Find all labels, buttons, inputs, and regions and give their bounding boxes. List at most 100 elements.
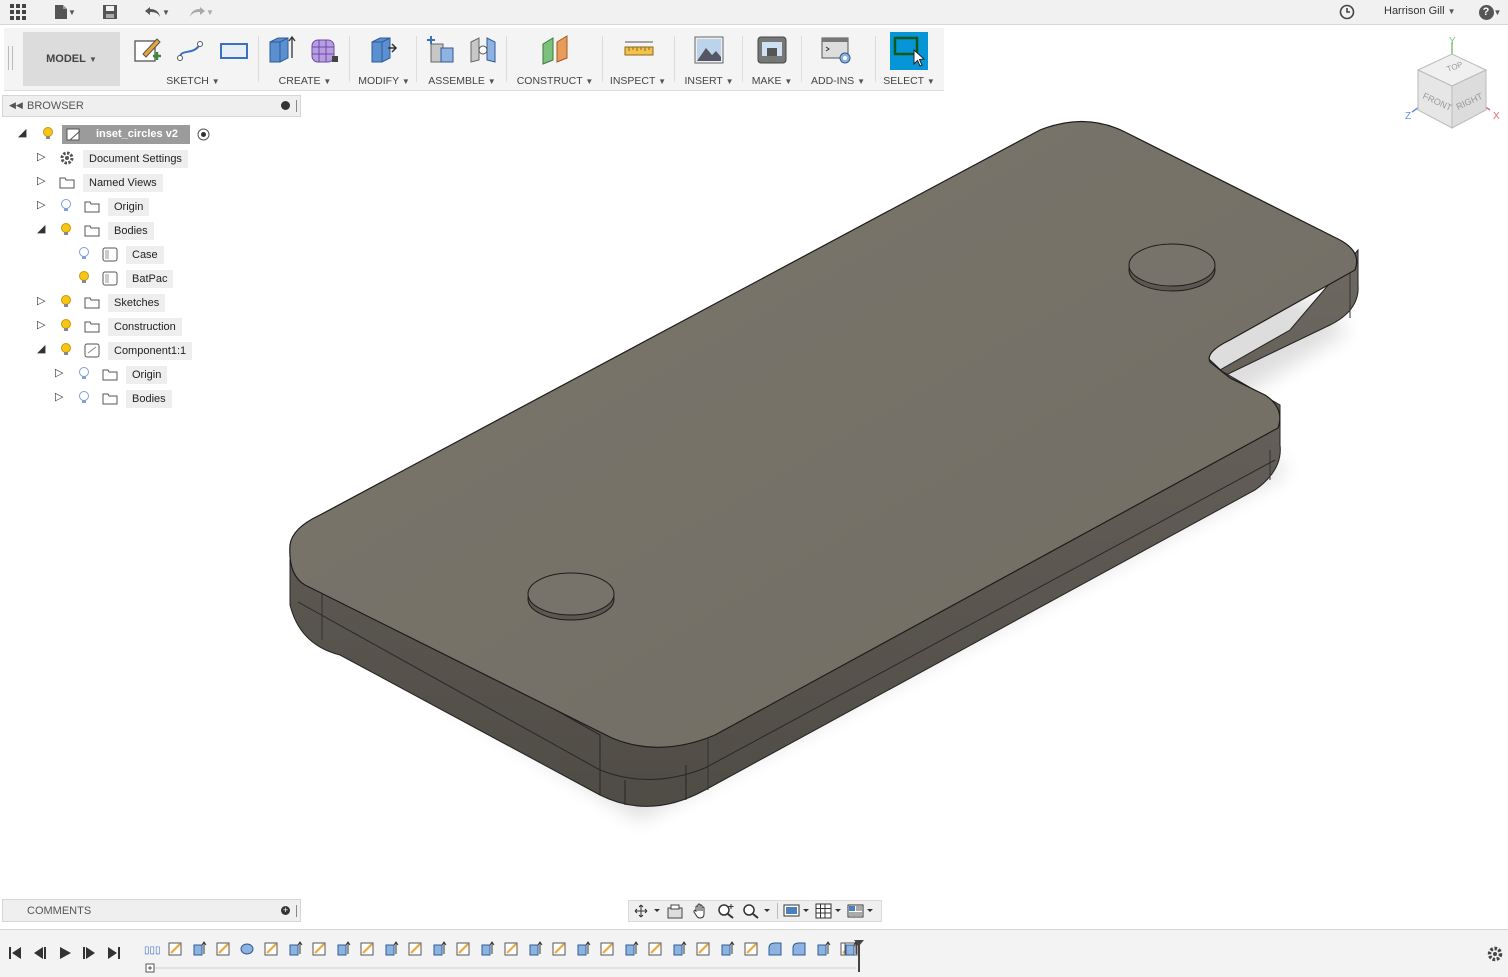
timeline-feature-sketch[interactable] bbox=[264, 942, 278, 956]
insert-image-icon[interactable] bbox=[693, 34, 725, 66]
visibility-bulb-icon[interactable] bbox=[42, 127, 54, 141]
new-component-icon[interactable] bbox=[425, 34, 457, 66]
activate-radio-icon[interactable] bbox=[197, 128, 210, 141]
zoom-icon[interactable] bbox=[717, 903, 735, 919]
timeline-feature-extrude[interactable] bbox=[721, 941, 735, 956]
timeline-feature-extrude[interactable] bbox=[337, 941, 351, 956]
grid-settings-icon[interactable] bbox=[815, 903, 843, 919]
construct-group-label[interactable]: CONSTRUCT ▼ bbox=[509, 75, 601, 87]
panel-resize-handle[interactable] bbox=[296, 905, 297, 917]
timeline-feature-sketch[interactable] bbox=[360, 942, 374, 956]
timeline-feature-sketch[interactable] bbox=[648, 942, 662, 956]
tree-item-component-origin[interactable]: ▷ Origin bbox=[0, 364, 300, 384]
browser-pin-icon[interactable] bbox=[281, 101, 290, 110]
timeline-feature-sweep[interactable] bbox=[240, 943, 254, 955]
tree-item-origin[interactable]: ▷ Origin bbox=[0, 196, 300, 216]
timeline-feature-sketch[interactable] bbox=[408, 942, 422, 956]
tree-item-component-bodies[interactable]: ▷ Bodies bbox=[0, 388, 300, 408]
timeline-marker[interactable] bbox=[858, 944, 860, 972]
toolbar-grip[interactable] bbox=[8, 46, 13, 70]
undo-icon[interactable]: ▼ bbox=[140, 2, 174, 22]
line-icon[interactable] bbox=[174, 34, 206, 66]
timeline-feature-sketch[interactable] bbox=[696, 942, 710, 956]
panel-resize-handle[interactable] bbox=[296, 100, 297, 112]
tree-item-case[interactable]: Case bbox=[0, 244, 300, 264]
timeline-feature-sketch[interactable] bbox=[600, 942, 614, 956]
timeline-feature-extrude[interactable] bbox=[529, 941, 543, 956]
tree-root[interactable]: ◢ inset_circles v2 bbox=[0, 124, 300, 144]
assemble-group-label[interactable]: ASSEMBLE ▼ bbox=[419, 75, 505, 87]
print-3d-icon[interactable] bbox=[756, 34, 788, 66]
viewports-icon[interactable] bbox=[847, 903, 875, 919]
workspace-switcher[interactable]: MODEL ▼ bbox=[23, 32, 120, 86]
visibility-bulb-icon[interactable] bbox=[78, 271, 90, 285]
go-to-start-icon[interactable] bbox=[8, 946, 22, 960]
view-cube[interactable]: TOP FRONT RIGHT Y X Z bbox=[1398, 32, 1506, 136]
collapse-triangle-icon[interactable]: ◢ bbox=[37, 343, 49, 355]
visibility-bulb-off-icon[interactable] bbox=[78, 391, 90, 405]
visibility-bulb-icon[interactable] bbox=[60, 319, 72, 333]
save-icon[interactable] bbox=[100, 2, 120, 22]
add-comment-icon[interactable]: + bbox=[281, 906, 290, 915]
create-group-label[interactable]: CREATE ▼ bbox=[260, 75, 350, 87]
visibility-bulb-off-icon[interactable] bbox=[78, 247, 90, 261]
visibility-bulb-icon[interactable] bbox=[60, 223, 72, 237]
file-icon[interactable]: ▼ bbox=[50, 2, 80, 22]
timeline-feature-extrude[interactable] bbox=[577, 941, 591, 956]
expand-triangle-icon[interactable]: ▷ bbox=[37, 175, 49, 187]
tree-item-batpac[interactable]: BatPac bbox=[0, 268, 300, 288]
play-icon[interactable] bbox=[58, 946, 72, 960]
expand-triangle-icon[interactable]: ▷ bbox=[55, 391, 67, 403]
timeline-feature-extrude[interactable] bbox=[481, 941, 495, 956]
tree-item-named-views[interactable]: ▷ Named Views bbox=[0, 172, 300, 192]
tree-item-component1[interactable]: ◢ Component1:1 bbox=[0, 340, 300, 360]
timeline-feature-extrude[interactable] bbox=[625, 941, 639, 956]
comments-panel-header[interactable]: COMMENTS + bbox=[2, 899, 301, 922]
visibility-bulb-icon[interactable] bbox=[60, 295, 72, 309]
tree-item-document-settings[interactable]: ▷ Document Settings bbox=[0, 148, 300, 168]
tree-item-construction[interactable]: ▷ Construction bbox=[0, 316, 300, 336]
select-tool-active[interactable] bbox=[890, 32, 928, 70]
job-status-icon[interactable] bbox=[1337, 2, 1357, 22]
timeline-track[interactable]: ▯▯▯ bbox=[140, 938, 880, 974]
sketch-group-label[interactable]: SKETCH ▼ bbox=[128, 75, 258, 87]
form-icon[interactable] bbox=[308, 34, 340, 66]
timeline-feature-extrude[interactable] bbox=[433, 941, 447, 956]
timeline-feature-sketch[interactable] bbox=[216, 942, 230, 956]
fit-zoom-icon[interactable] bbox=[742, 903, 772, 919]
timeline-feature-sketch[interactable] bbox=[456, 942, 470, 956]
app-grid-icon[interactable] bbox=[8, 2, 28, 22]
offset-plane-icon[interactable] bbox=[539, 34, 571, 66]
timeline-feature-sketch[interactable] bbox=[504, 942, 518, 956]
timeline-feature-extrude[interactable] bbox=[673, 941, 687, 956]
make-group-label[interactable]: MAKE ▼ bbox=[745, 75, 799, 87]
display-settings-icon[interactable] bbox=[783, 903, 811, 919]
expand-triangle-icon[interactable]: ▷ bbox=[37, 151, 49, 163]
timeline-feature-extrude[interactable] bbox=[385, 941, 399, 956]
look-at-icon[interactable] bbox=[667, 904, 683, 919]
model-viewport[interactable] bbox=[250, 100, 1380, 860]
scripts-icon[interactable] bbox=[820, 34, 852, 66]
select-group-label[interactable]: SELECT ▼ bbox=[878, 75, 940, 87]
browser-panel-header[interactable]: ◀◀ BROWSER bbox=[2, 95, 301, 117]
expand-triangle-icon[interactable]: ▷ bbox=[37, 199, 49, 211]
expand-triangle-icon[interactable]: ▷ bbox=[37, 295, 49, 307]
visibility-bulb-off-icon[interactable] bbox=[60, 199, 72, 213]
tree-item-bodies[interactable]: ◢ Bodies bbox=[0, 220, 300, 240]
visibility-bulb-icon[interactable] bbox=[60, 343, 72, 357]
timeline-feature-sketch[interactable] bbox=[168, 942, 182, 956]
redo-icon[interactable]: ▼ bbox=[184, 2, 218, 22]
visibility-bulb-off-icon[interactable] bbox=[78, 367, 90, 381]
timeline-feature-sketch[interactable] bbox=[312, 942, 326, 956]
create-sketch-icon[interactable] bbox=[131, 34, 163, 66]
timeline-feature-extrude[interactable] bbox=[193, 941, 207, 956]
timeline-feature-sketch[interactable] bbox=[552, 942, 566, 956]
step-back-icon[interactable] bbox=[33, 946, 47, 960]
go-to-end-icon[interactable] bbox=[107, 946, 121, 960]
timeline-feature-fillet[interactable] bbox=[768, 942, 782, 956]
tree-item-sketches[interactable]: ▷ Sketches bbox=[0, 292, 300, 312]
timeline-settings-gear-icon[interactable] bbox=[1486, 945, 1504, 963]
collapse-triangle-icon[interactable]: ◢ bbox=[18, 127, 30, 139]
add-ins-group-label[interactable]: ADD-INS ▼ bbox=[804, 75, 872, 87]
modify-group-label[interactable]: MODIFY ▼ bbox=[352, 75, 416, 87]
